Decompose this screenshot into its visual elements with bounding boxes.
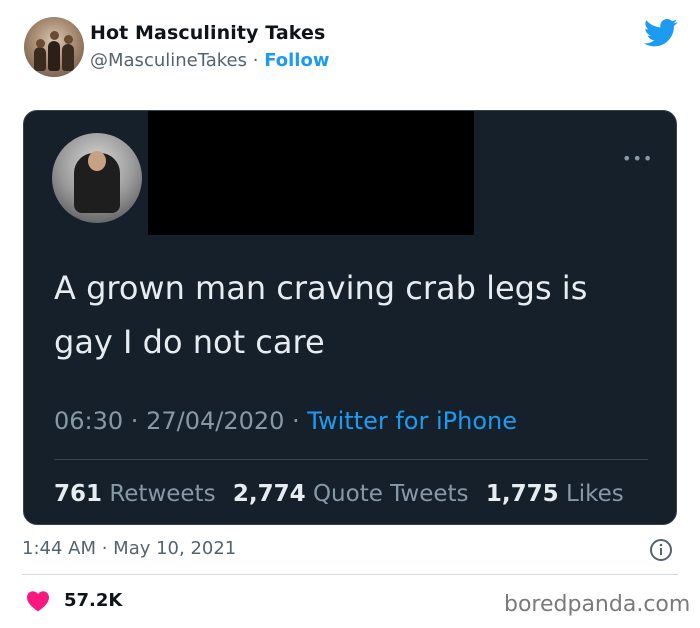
quote-tweets-stat[interactable]: 2,774 Quote Tweets: [233, 481, 469, 507]
embedded-tweet-text: A grown man craving crab legs is gay I d…: [54, 261, 644, 369]
avatar-figure: [48, 41, 60, 71]
more-icon[interactable]: •••: [622, 149, 653, 168]
redacted-name-block: [148, 111, 474, 235]
post-time: 1:44 AM: [22, 538, 96, 559]
author-handle[interactable]: @MasculineTakes: [90, 50, 247, 71]
info-icon[interactable]: [649, 538, 673, 562]
tweet-header: Hot Masculinity Takes @MasculineTakes · …: [0, 0, 700, 100]
stats-divider: [54, 459, 648, 460]
handle-separator: ·: [247, 50, 265, 71]
embedded-tweet-meta: 06:30 · 27/04/2020 · Twitter for iPhone: [54, 407, 517, 435]
embedded-tweet-avatar[interactable]: [52, 133, 142, 223]
embedded-tweet-stats: 761 Retweets 2,774 Quote Tweets 1,775 Li…: [54, 481, 634, 507]
tweet-time: 06:30: [54, 407, 124, 435]
avatar-figure: [34, 47, 46, 71]
post-timestamp[interactable]: 1:44 AM · May 10, 2021: [22, 538, 236, 559]
avatar-face: [88, 151, 106, 171]
retweets-stat[interactable]: 761 Retweets: [54, 481, 216, 507]
embedded-tweet-card[interactable]: ••• A grown man craving crab legs is gay…: [23, 110, 677, 525]
like-count[interactable]: 57.2K: [64, 590, 122, 611]
follow-button[interactable]: Follow: [264, 50, 329, 71]
watermark: boredpanda.com: [504, 592, 691, 617]
post-date: May 10, 2021: [113, 538, 237, 559]
tweet-text-line: gay I do not care: [54, 323, 325, 361]
author-handle-row: @MasculineTakes · Follow: [90, 50, 329, 71]
tweet-text-line: A grown man craving crab legs is: [54, 269, 588, 307]
avatar-figure: [62, 44, 74, 71]
footer-divider: [22, 574, 678, 575]
avatar-figure-head: [64, 35, 73, 44]
author-avatar[interactable]: [24, 17, 84, 77]
tweet-date[interactable]: 27/04/2020: [146, 407, 284, 435]
author-name[interactable]: Hot Masculinity Takes: [90, 22, 325, 44]
likes-stat[interactable]: 1,775 Likes: [486, 481, 624, 507]
tweet-source[interactable]: Twitter for iPhone: [307, 407, 517, 435]
avatar-figure-head: [50, 31, 59, 40]
avatar-figure-head: [36, 39, 45, 48]
twitter-bird-icon[interactable]: [644, 18, 678, 48]
heart-icon[interactable]: [26, 590, 50, 612]
